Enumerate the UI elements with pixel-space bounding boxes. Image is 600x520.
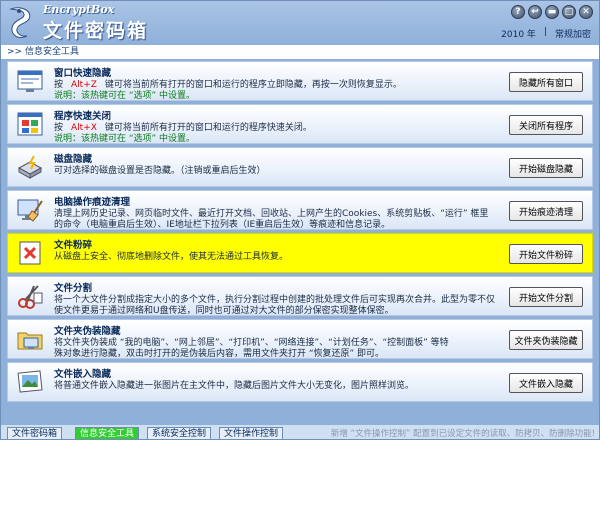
back-icon[interactable]: ↩ [528,5,542,19]
feature-desc-2: 使文件更易于通过网络和U盘传送，同时也可通过对大文件的部分保密实现整体保密。 [54,306,394,316]
folder-disguise-icon [17,332,43,350]
close-all-programs-button[interactable]: 关闭所有程序 [509,115,583,135]
feature-trace-clean: 电脑操作痕迹清理 清理上网历史记录、网页临时文件、最近打开文档、回收站、上网产生… [7,190,593,230]
folder-disguise-button[interactable]: 文件夹伪装隐藏 [509,330,583,350]
feature-window-hide: 窗口快速隐藏 按 Alt+Z 键可将当前所有打开的窗口和运行的程序立即隐藏，再按一次… [7,61,593,101]
feature-file-split: 文件分割 将一个大文件分割成指定大小的多个文件，执行分割过程中创建的批处理文件后… [7,276,593,316]
feature-program-close: 程序快速关闭 按 Alt+X 键可将当前所有打开的窗口和运行的程序快速关闭。 说明：… [7,104,593,144]
tab-security-tools[interactable]: 信息安全工具 [75,427,140,439]
minimize-icon[interactable]: ▬ [545,5,559,19]
feature-file-shred: 文件粉碎 从磁盘上安全、彻底地删除文件，使其无法通过工具恢复。 开始文件粉碎 [7,233,593,273]
feature-desc-2: 的命令（电脑重启后生效）、IE地址栏下拉列表（IE重启后生效）等痕迹和信息记录。 [54,220,391,230]
feature-note: 说明：该热键可在 “选项” 中设置。 [54,91,196,101]
window-controls: ? ↩ ▬ □ ✕ [511,5,593,19]
start-file-shred-button[interactable]: 开始文件粉碎 [509,244,583,264]
tab-file-operation[interactable]: 文件操作控制 [219,427,284,439]
close-icon[interactable]: ✕ [579,5,593,19]
feature-desc: 从磁盘上安全、彻底地删除文件，使其无法通过工具恢复。 [54,252,289,262]
feature-folder-disguise: 文件夹伪装隐藏 将文件夹伪装成 “我的电脑”、“网上邻居”、“打印机”、“网络连… [7,319,593,359]
help-icon[interactable]: ? [511,5,525,19]
file-embed-icon [17,370,43,393]
trace-clean-icon [17,199,43,222]
bottom-tabs: 文件密码箱 信息安全工具 系统安全控制 文件操作控制 新增 “文件操作控制” 配… [1,425,599,439]
window-hide-icon [17,70,43,92]
start-file-split-button[interactable]: 开始文件分割 [509,287,583,307]
file-split-icon [18,285,43,309]
header: EncryptBox 文件密码箱 ? ↩ ▬ □ ✕ 2010 年 | 常规加密 [1,1,599,45]
app-window: EncryptBox 文件密码箱 ? ↩ ▬ □ ✕ 2010 年 | 常规加密… [0,0,600,440]
version-text: 2010 年 [501,30,536,40]
feature-desc: 将普通文件嵌入隐藏进一张图片在主文件中，隐藏后图片文件大小无变化，图片照样浏览。 [54,381,415,391]
app-title: 文件密码箱 [43,20,149,42]
version-row: 2010 年 | 常规加密 [501,27,591,40]
start-disk-hide-button[interactable]: 开始磁盘隐藏 [509,158,583,178]
breadcrumb: >> 信息安全工具 [1,45,599,59]
program-close-icon [17,112,43,136]
feature-desc: 可对选择的磁盘设置是否隐藏。（注销或重启后生效） [54,166,266,176]
scrolling-notice: 新增 “文件操作控制” 配置到已设定文件的读取、防拷贝、防删除功能! [330,429,595,439]
settings-link[interactable]: 常规加密 [555,27,591,40]
tab-file-box[interactable]: 文件密码箱 [7,427,63,439]
start-trace-clean-button[interactable]: 开始痕迹清理 [509,201,583,221]
feature-desc-2: 殊对象进行隐藏，双击时打开的是伪装后内容，需用文件夹打开 “恢复还原” 即可。 [54,349,385,359]
separator: | [543,27,547,37]
maximize-icon[interactable]: □ [562,5,576,19]
feature-disk-hide: 磁盘隐藏 可对选择的磁盘设置是否隐藏。（注销或重启后生效） 开始磁盘隐藏 [7,147,593,187]
disk-hide-icon [17,155,43,179]
feature-note: 说明：该热键可在 “选项” 中设置。 [54,134,196,144]
feature-file-embed: 文件嵌入隐藏 将普通文件嵌入隐藏进一张图片在主文件中，隐藏后图片文件大小无变化，… [7,362,593,402]
file-shred-icon [19,241,41,265]
hide-all-windows-button[interactable]: 隐藏所有窗口 [509,72,583,92]
tab-system-security[interactable]: 系统安全控制 [147,427,212,439]
feature-list: 窗口快速隐藏 按 Alt+Z 键可将当前所有打开的窗口和运行的程序立即隐藏，再按一次… [7,61,593,405]
brand-english: EncryptBox [43,3,115,16]
logo-icon [9,7,31,39]
file-embed-button[interactable]: 文件嵌入隐藏 [509,373,583,393]
